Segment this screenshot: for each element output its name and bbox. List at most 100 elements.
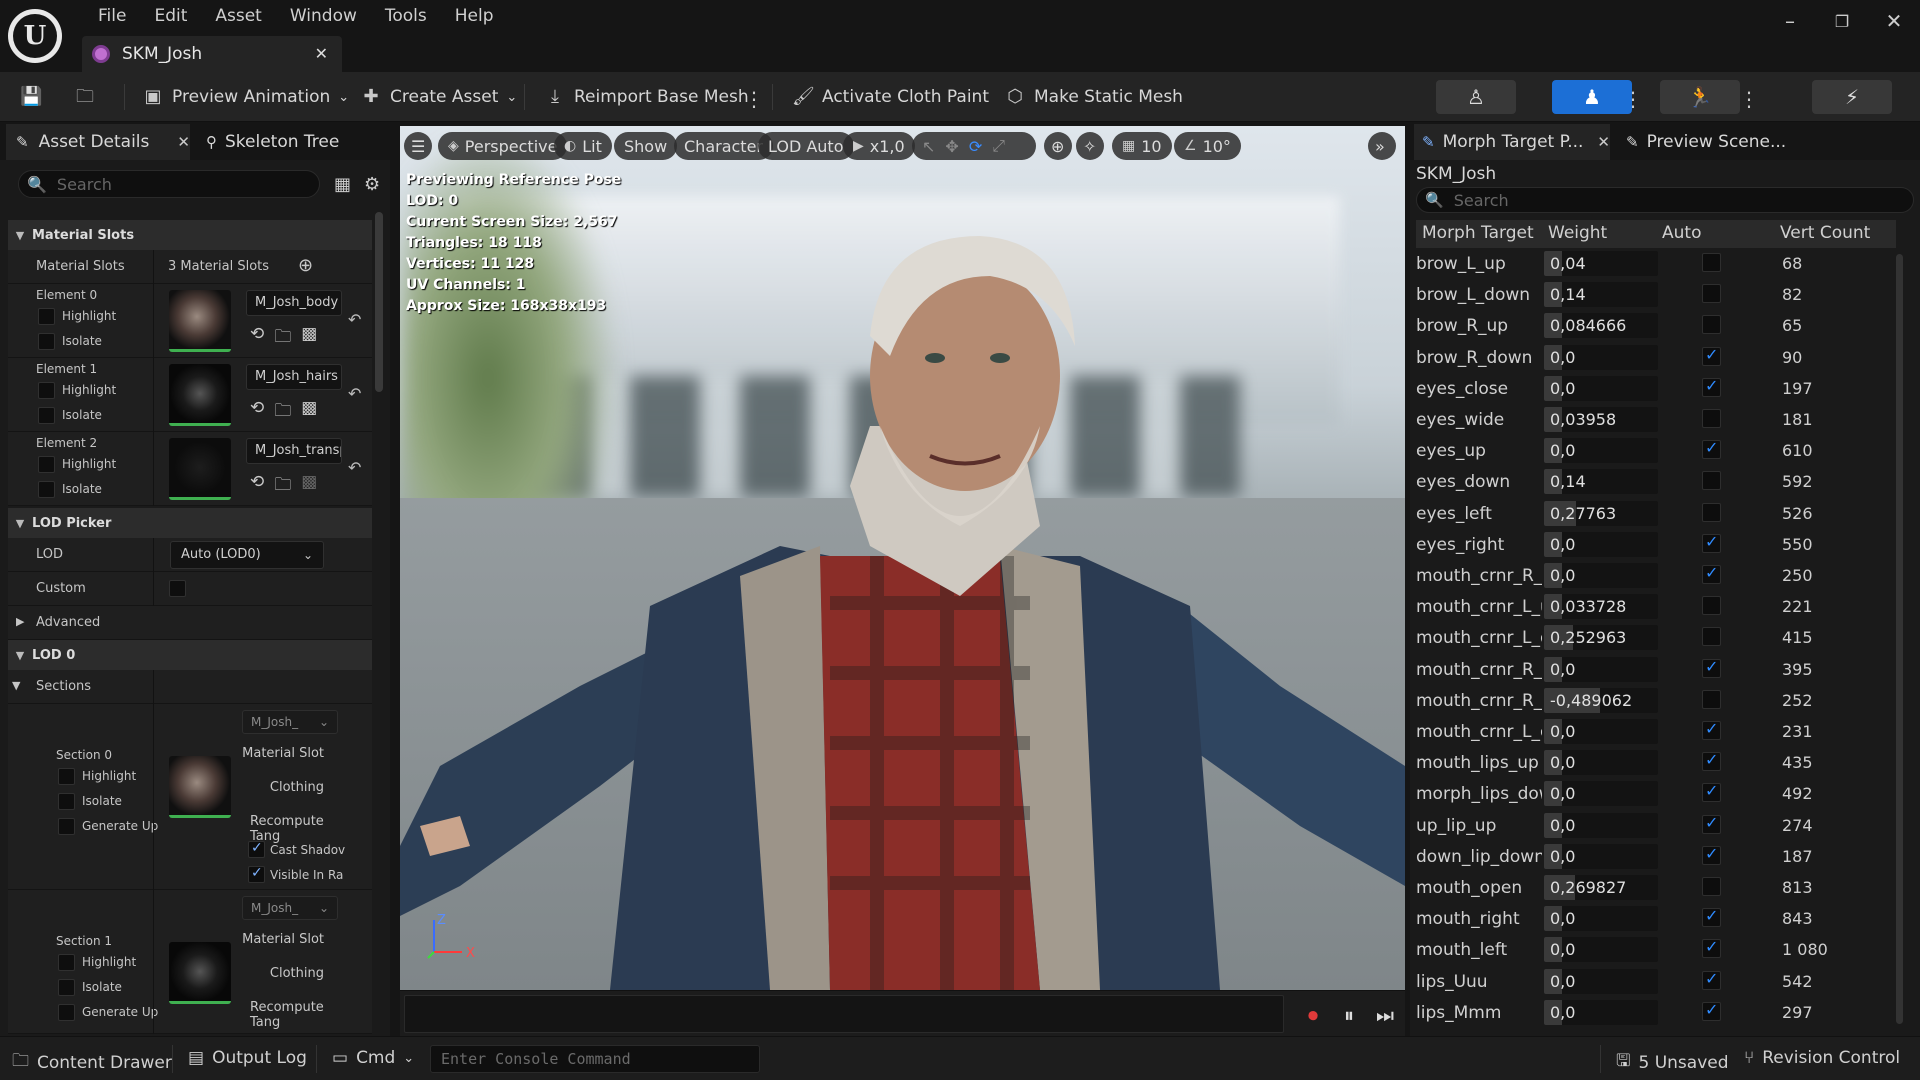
- save-button[interactable]: 💾: [20, 82, 50, 112]
- morph-table-scrollbar[interactable]: [1896, 254, 1903, 1024]
- auto-checkbox[interactable]: [1702, 409, 1721, 428]
- column-header-weight[interactable]: Weight: [1548, 223, 1607, 243]
- output-log-button[interactable]: ▤ Output Log: [188, 1048, 307, 1068]
- weight-slider[interactable]: 0,084666: [1544, 313, 1658, 339]
- isolate-checkbox[interactable]: [58, 793, 75, 810]
- surface-snap-button[interactable]: ✧: [1076, 132, 1104, 160]
- weight-slider[interactable]: 0,269827: [1544, 875, 1658, 900]
- weight-slider[interactable]: -0,489062: [1544, 687, 1658, 713]
- step-forward-icon[interactable]: ⏭: [1376, 1003, 1394, 1027]
- world-local-button[interactable]: ⊕: [1044, 132, 1072, 160]
- auto-checkbox[interactable]: [1702, 502, 1721, 522]
- browse-button[interactable]: 🗀: [74, 82, 104, 112]
- morph-target-row[interactable]: eyes_wide 0,03958 181: [1416, 404, 1896, 435]
- morph-target-row[interactable]: brow_R_down 0,0 90: [1416, 342, 1896, 373]
- morph-target-row[interactable]: mouth_crnr_L_o 0,0 231: [1416, 716, 1896, 747]
- physics-mode-button[interactable]: ⚡: [1812, 80, 1892, 114]
- record-icon[interactable]: ⏺: [1308, 1003, 1318, 1027]
- morph-target-row[interactable]: brow_R_up 0,084666 65: [1416, 310, 1896, 341]
- checker-icon[interactable]: ▩: [301, 472, 317, 501]
- weight-slider[interactable]: 0,0: [1544, 375, 1658, 401]
- morph-target-row[interactable]: eyes_close 0,0 197: [1416, 373, 1896, 404]
- morph-target-row[interactable]: mouth_lips_up 0,0 435: [1416, 747, 1896, 778]
- weight-slider[interactable]: 0,0: [1544, 438, 1658, 464]
- use-selected-icon[interactable]: ⟲: [250, 472, 264, 501]
- details-scrollbar[interactable]: [375, 212, 383, 392]
- auto-checkbox[interactable]: [1702, 563, 1721, 584]
- use-selected-icon[interactable]: ⟲: [250, 324, 264, 353]
- auto-checkbox[interactable]: [1702, 284, 1721, 304]
- playback-speed-button[interactable]: ▶ x1,0: [843, 132, 915, 160]
- weight-slider[interactable]: 0,14: [1544, 282, 1658, 308]
- morph-target-row[interactable]: mouth_crnr_R_u 0,0 250: [1416, 560, 1896, 591]
- reimport-base-mesh-button[interactable]: ⤓ Reimport Base Mesh: [544, 82, 749, 112]
- morph-target-row[interactable]: lips_Mmm 0,0 297: [1416, 997, 1896, 1028]
- isolate-checkbox[interactable]: [38, 481, 55, 498]
- cast-shadow-checkbox[interactable]: [248, 840, 265, 858]
- table-view-icon[interactable]: ▦: [334, 174, 351, 195]
- category-lod-picker[interactable]: ▼ LOD Picker: [8, 508, 372, 538]
- more-viewport-options[interactable]: »: [1368, 132, 1396, 160]
- morph-target-row[interactable]: mouth_crnr_L_u 0,033728 221: [1416, 591, 1896, 622]
- perspective-button[interactable]: ◈ Perspective: [438, 132, 568, 160]
- morph-target-row[interactable]: mouth_right 0,0 843: [1416, 903, 1896, 934]
- tab-morph-target-preview[interactable]: ✎ Morph Target P... ✕: [1414, 124, 1610, 160]
- create-asset-button[interactable]: ✚ Create Asset ⌄: [360, 82, 517, 112]
- gear-icon[interactable]: ⚙: [364, 174, 380, 195]
- animation-mode-button[interactable]: 🏃: [1660, 80, 1740, 114]
- tab-preview-scene[interactable]: ✎ Preview Scene...: [1616, 124, 1796, 160]
- morph-target-row[interactable]: eyes_right 0,0 550: [1416, 529, 1896, 560]
- console-command-input[interactable]: Enter Console Command: [430, 1045, 760, 1073]
- weight-slider[interactable]: 0,0: [1544, 344, 1658, 370]
- morph-target-row[interactable]: mouth_crnr_R_o -0,489062 252: [1416, 685, 1896, 716]
- menu-file[interactable]: File: [84, 4, 140, 28]
- preview-animation-button[interactable]: ▣ Preview Animation ⌄: [142, 82, 349, 112]
- highlight-checkbox[interactable]: [58, 768, 75, 785]
- section-material-thumbnail[interactable]: [169, 942, 231, 1004]
- lod-dropdown[interactable]: Auto (LOD0) ⌄: [170, 541, 324, 569]
- auto-checkbox[interactable]: [1702, 376, 1721, 397]
- column-header-morph-target[interactable]: Morph Target: [1422, 223, 1534, 243]
- auto-checkbox[interactable]: [1702, 345, 1721, 366]
- weight-slider[interactable]: 0,0: [1544, 781, 1658, 807]
- reset-icon[interactable]: ↶: [348, 458, 361, 477]
- menu-tools[interactable]: Tools: [371, 4, 441, 28]
- weight-slider[interactable]: 0,03958: [1544, 407, 1658, 432]
- weight-slider[interactable]: 0,04: [1544, 251, 1658, 276]
- unsaved-button[interactable]: 🖫 5 Unsaved: [1616, 1048, 1729, 1077]
- morph-target-row[interactable]: up_lip_up 0,0 274: [1416, 810, 1896, 841]
- show-button[interactable]: Show: [614, 132, 678, 160]
- morph-target-row[interactable]: down_lip_down 0,0 187: [1416, 841, 1896, 872]
- highlight-checkbox[interactable]: [38, 308, 55, 325]
- auto-checkbox[interactable]: [1702, 253, 1721, 272]
- material-name[interactable]: M_Josh_transp: [246, 438, 342, 464]
- document-tab[interactable]: SKM_Josh ✕: [82, 36, 342, 72]
- visible-in-ray-checkbox[interactable]: [248, 865, 265, 883]
- rotation-snap-button[interactable]: ∠ 10°: [1174, 132, 1241, 160]
- isolate-checkbox[interactable]: [58, 979, 75, 996]
- weight-slider[interactable]: 0,0: [1544, 968, 1658, 994]
- auto-checkbox[interactable]: [1702, 438, 1721, 460]
- weight-slider[interactable]: 0,0: [1544, 906, 1658, 932]
- weight-slider[interactable]: 0,0: [1544, 843, 1658, 869]
- morph-target-row[interactable]: mouth_crnr_L_d 0,252963 415: [1416, 622, 1896, 653]
- unreal-logo[interactable]: U: [8, 9, 62, 63]
- reset-icon[interactable]: ↶: [348, 310, 361, 329]
- browse-icon[interactable]: 🗀: [274, 324, 291, 353]
- material-thumbnail[interactable]: [169, 290, 231, 352]
- cmd-button[interactable]: ▭ Cmd ⌄: [332, 1048, 414, 1068]
- morph-target-row[interactable]: eyes_down 0,14 592: [1416, 466, 1896, 497]
- auto-checkbox[interactable]: [1702, 719, 1721, 740]
- menu-asset[interactable]: Asset: [201, 4, 275, 28]
- sections-row[interactable]: ▼ Sections: [8, 670, 372, 704]
- weight-slider[interactable]: 0,0: [1544, 563, 1658, 588]
- weight-slider[interactable]: 0,033728: [1544, 594, 1658, 620]
- content-drawer-button[interactable]: 🗀 Content Drawer: [12, 1048, 172, 1077]
- material-thumbnail[interactable]: [169, 364, 231, 426]
- auto-checkbox[interactable]: [1702, 689, 1721, 709]
- move-icon[interactable]: ✥: [945, 137, 958, 156]
- auto-checkbox[interactable]: [1702, 596, 1721, 616]
- auto-checkbox[interactable]: [1702, 781, 1721, 803]
- morph-target-row[interactable]: morph_lips_down 0,0 492: [1416, 778, 1896, 809]
- section-material-thumbnail[interactable]: [169, 756, 231, 818]
